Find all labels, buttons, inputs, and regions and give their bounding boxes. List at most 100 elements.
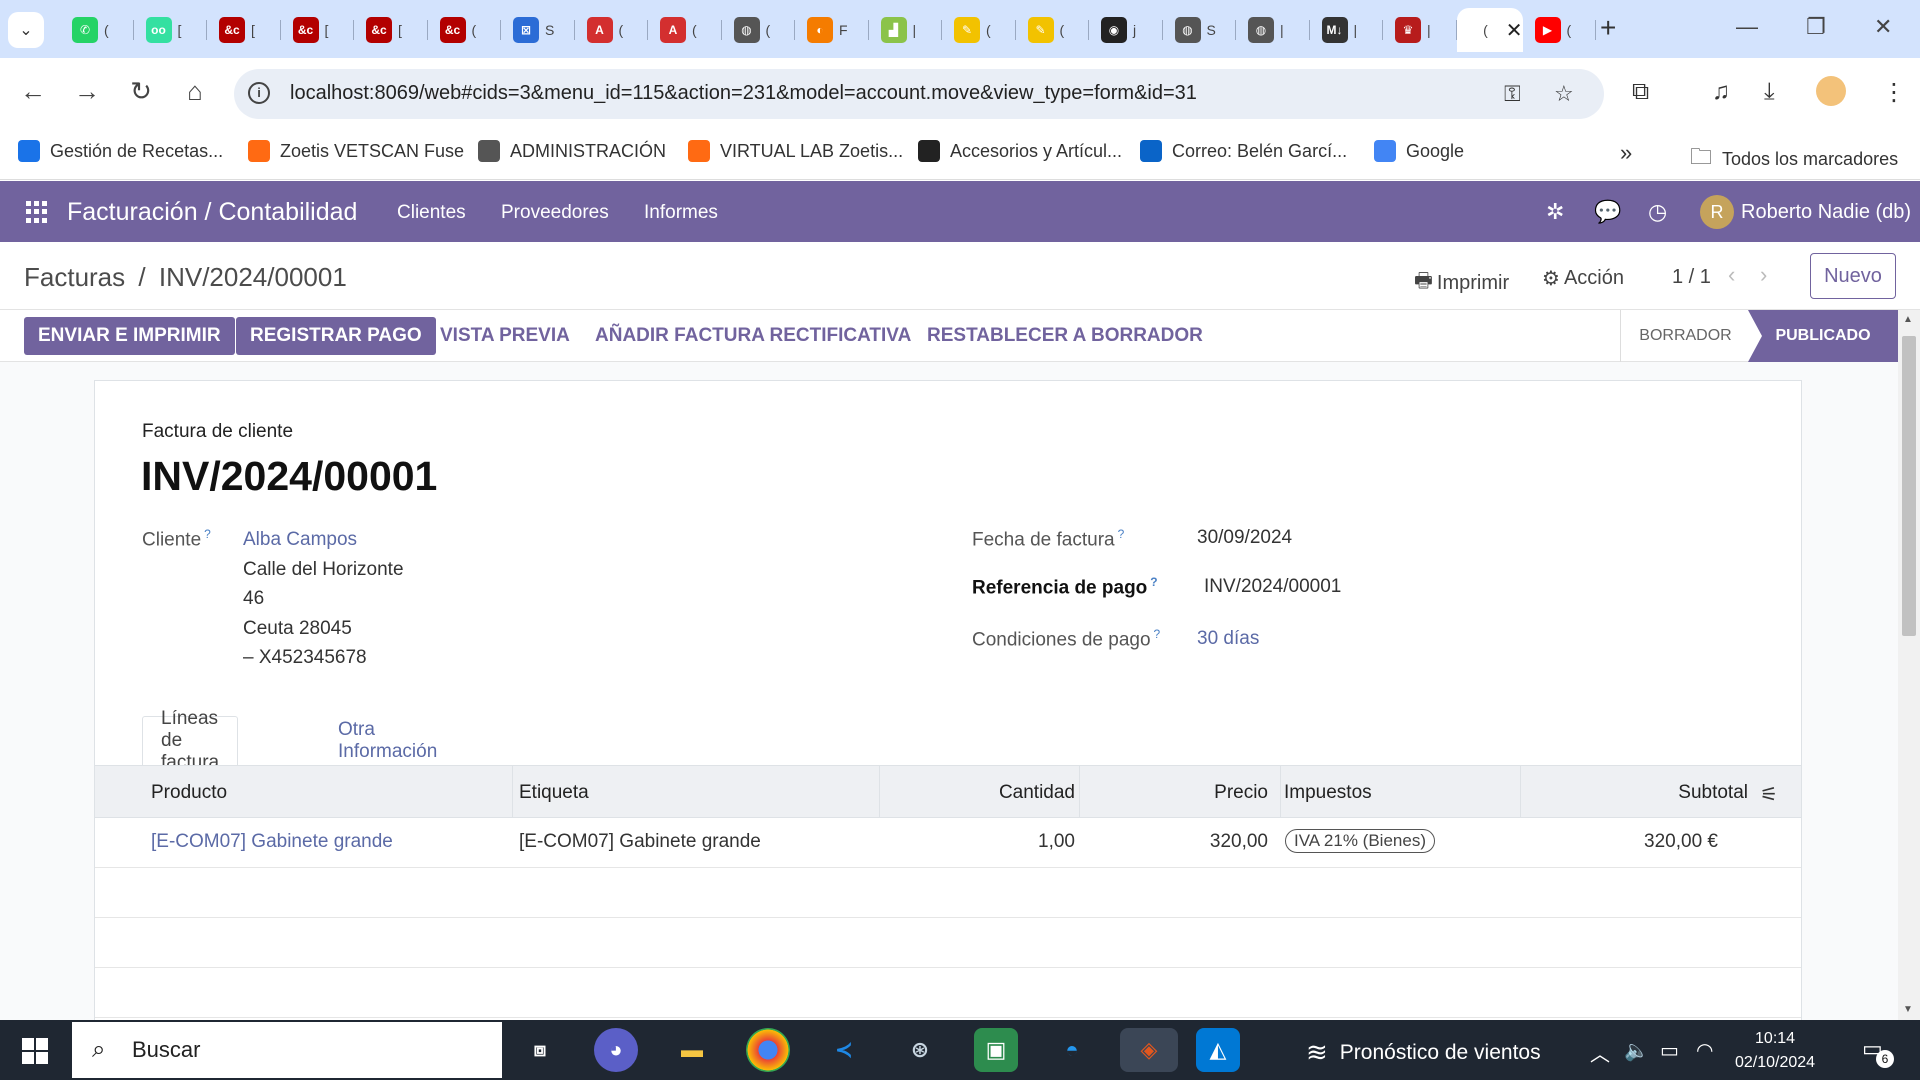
bookmark-item[interactable]: Google — [1374, 140, 1464, 162]
line-tax-badge[interactable]: IVA 21% (Bienes) — [1285, 829, 1435, 853]
menu-clientes[interactable]: Clientes — [397, 202, 466, 224]
browser-tab[interactable]: ◍ S — [1163, 8, 1236, 52]
register-payment-button[interactable]: REGISTRAR PAGO — [236, 317, 436, 355]
menu-proveedores[interactable]: Proveedores — [501, 202, 609, 224]
debug-bug-icon[interactable]: ✲ — [1546, 199, 1564, 225]
status-draft[interactable]: BORRADOR — [1620, 310, 1750, 362]
app-brand[interactable]: Facturación / Contabilidad — [67, 198, 357, 227]
browser-tab[interactable]: ◉ j — [1089, 8, 1163, 52]
browser-tab[interactable]: (✕ — [1456, 8, 1523, 52]
help-icon[interactable]: ? — [1118, 527, 1125, 541]
scroll-up-icon[interactable]: ▲ — [1903, 314, 1913, 325]
postman-app-icon[interactable]: ◈ — [1120, 1028, 1178, 1072]
browser-tab[interactable]: M↓ | — [1310, 8, 1383, 52]
home-button[interactable]: ⌂ — [178, 76, 212, 107]
app-menu-icon[interactable] — [26, 201, 48, 223]
browser-tab[interactable]: ◍ | — [1236, 8, 1310, 52]
back-button[interactable]: ← — [16, 76, 50, 107]
vscode-app-icon[interactable]: ≺ — [822, 1028, 866, 1072]
action-button[interactable]: ⚙ Acción — [1542, 266, 1624, 291]
bookmark-item[interactable]: ADMINISTRACIÓN — [478, 140, 666, 162]
menu-informes[interactable]: Informes — [644, 202, 718, 224]
breadcrumb-facturas[interactable]: Facturas — [24, 262, 125, 292]
wifi-icon[interactable]: ◠ — [1696, 1038, 1713, 1063]
task-view-icon[interactable]: ⧈ — [518, 1028, 562, 1072]
browser-tab[interactable]: ✎( — [1016, 8, 1089, 52]
browser-tab[interactable]: &c [ — [207, 8, 281, 52]
media-control-icon[interactable]: ♫ — [1712, 78, 1730, 106]
browser-tab[interactable]: ▶( — [1523, 8, 1596, 52]
restore-button[interactable]: ❐ — [1806, 14, 1826, 40]
browser-tab[interactable]: &c [ — [354, 8, 428, 52]
close-window-button[interactable]: ✕ — [1874, 14, 1892, 40]
profile-avatar-icon[interactable] — [1816, 76, 1846, 106]
bookmark-item[interactable]: Correo: Belén Garcí... — [1140, 140, 1347, 162]
extensions-icon[interactable]: ⧉ — [1632, 78, 1649, 106]
bookmark-item[interactable]: Gestión de Recetas... — [18, 140, 223, 162]
taskbar-search[interactable]: ⌕ Buscar — [72, 1022, 502, 1078]
column-label[interactable]: Etiqueta — [519, 782, 589, 804]
tab-other-info[interactable]: Otra Información — [320, 716, 455, 766]
bookmark-item[interactable]: Zoetis VETSCAN Fuse — [248, 140, 464, 162]
browser-tab[interactable]: ⊠ S — [501, 8, 575, 52]
invoice-date-value[interactable]: 30/09/2024 — [1197, 527, 1292, 549]
column-subtotal[interactable]: Subtotal — [1525, 782, 1748, 804]
optional-columns-icon[interactable]: ⚟ — [1760, 782, 1778, 807]
docker-app-icon[interactable]: ◓ — [1050, 1028, 1094, 1072]
address-bar[interactable]: i localhost:8069/web#cids=3&menu_id=115&… — [234, 69, 1604, 119]
new-tab-button[interactable]: + — [1600, 12, 1616, 44]
page-scrollbar[interactable]: ▲ ▼ — [1898, 310, 1920, 1020]
column-quantity[interactable]: Cantidad — [875, 782, 1075, 804]
help-icon[interactable]: ? — [1150, 575, 1157, 589]
column-price[interactable]: Precio — [1085, 782, 1268, 804]
send-print-button[interactable]: ENVIAR E IMPRIMIR — [24, 317, 235, 355]
photos-app-icon[interactable]: ◭ — [1196, 1028, 1240, 1072]
help-icon[interactable]: ? — [1154, 627, 1161, 641]
help-icon[interactable]: ? — [204, 527, 211, 541]
password-key-icon[interactable]: ⚿ — [1504, 81, 1521, 107]
all-bookmarks-folder[interactable]: 🗀 Todos los marcadores — [1690, 140, 1898, 178]
browser-tab[interactable]: ✆( — [60, 8, 134, 52]
reload-button[interactable]: ↻ — [124, 76, 158, 107]
browser-tab[interactable]: &c [ — [281, 8, 354, 52]
tab-search-button[interactable]: ⌄ — [8, 12, 44, 48]
discord-app-icon[interactable]: ◕ — [594, 1028, 638, 1072]
empty-row[interactable] — [95, 968, 1801, 1018]
pager-next-icon[interactable]: › — [1760, 262, 1767, 288]
browser-tab[interactable]: &c ( — [428, 8, 501, 52]
bookmark-star-icon[interactable]: ☆ — [1554, 81, 1574, 107]
browser-tab[interactable]: ✎( — [942, 8, 1016, 52]
steam-app-icon[interactable]: ⊛ — [898, 1028, 942, 1072]
browser-tab[interactable]: ◐ F — [795, 8, 869, 52]
line-quantity[interactable]: 1,00 — [875, 831, 1075, 853]
minimize-button[interactable]: — — [1736, 14, 1758, 40]
print-button[interactable]: 🖶 Imprimir — [1414, 266, 1509, 300]
more-bookmarks-button[interactable]: » — [1620, 140, 1632, 166]
payment-terms-value[interactable]: 30 días — [1197, 628, 1259, 650]
empty-row[interactable] — [95, 868, 1801, 918]
chrome-app-icon[interactable] — [746, 1028, 790, 1072]
bookmark-item[interactable]: Accesorios y Artícul... — [918, 140, 1122, 162]
line-product[interactable]: [E-COM07] Gabinete grande — [151, 831, 393, 853]
close-tab-icon[interactable]: ✕ — [1506, 18, 1523, 43]
downloads-icon[interactable]: ⤓ — [1764, 78, 1775, 106]
scroll-thumb[interactable] — [1902, 336, 1916, 636]
browser-tab[interactable]: oo [ — [134, 8, 207, 52]
browser-tab[interactable]: A( — [575, 8, 648, 52]
activities-clock-icon[interactable]: ◷ — [1648, 199, 1667, 225]
site-info-icon[interactable]: i — [248, 82, 270, 104]
battery-icon[interactable]: ▭ — [1660, 1038, 1679, 1063]
pager-value[interactable]: 1 / 1 — [1672, 266, 1711, 289]
browser-tab[interactable]: A( — [648, 8, 722, 52]
windows-start-icon[interactable] — [22, 1038, 48, 1064]
bookmark-item[interactable]: VIRTUAL LAB Zoetis... — [688, 140, 903, 162]
line-label[interactable]: [E-COM07] Gabinete grande — [519, 831, 761, 853]
customer-link[interactable]: Alba Campos — [243, 529, 357, 551]
browser-tab[interactable]: ♛ | — [1383, 8, 1457, 52]
url-text[interactable]: localhost:8069/web#cids=3&menu_id=115&ac… — [290, 82, 1197, 105]
payment-reference-value[interactable]: INV/2024/00001 — [1204, 576, 1341, 598]
column-product[interactable]: Producto — [151, 782, 227, 804]
tab-invoice-lines[interactable]: Líneas de factura — [142, 708, 239, 773]
forward-button[interactable]: → — [70, 76, 104, 107]
weather-widget[interactable]: ≋ Pronóstico de vientos — [1306, 1037, 1541, 1068]
